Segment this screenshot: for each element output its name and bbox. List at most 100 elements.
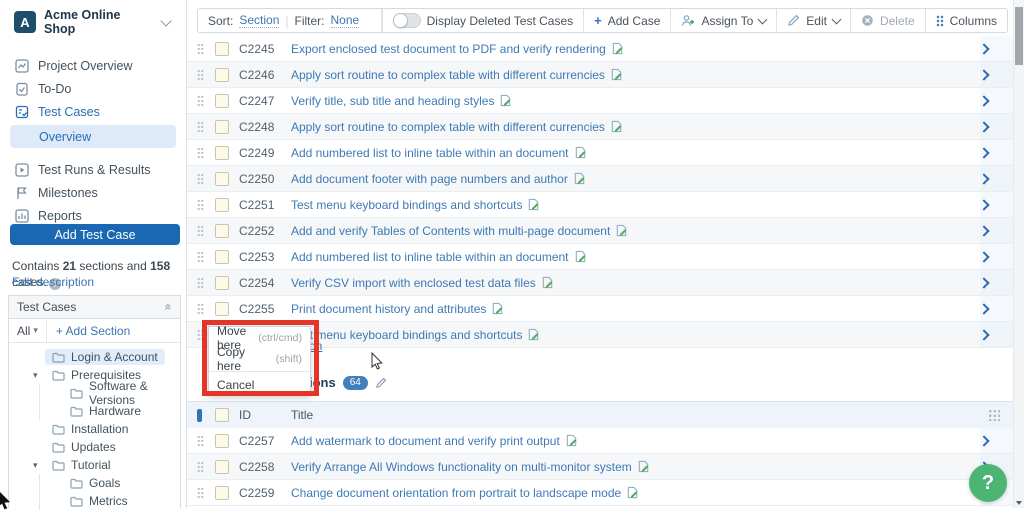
case-title-link[interactable]: Apply sort routine to complex table with… xyxy=(291,120,605,134)
tree-item[interactable]: ▾ Metrics xyxy=(9,492,180,510)
drag-handle-icon[interactable] xyxy=(197,43,204,55)
drag-handle-icon[interactable] xyxy=(197,461,204,473)
table-row[interactable]: C2247 Verify title, sub title and headin… xyxy=(187,88,1014,114)
add-test-case-button[interactable]: Add Test Case xyxy=(10,224,180,245)
drag-handle-icon[interactable] xyxy=(197,121,204,133)
table-row[interactable]: C2252 Add and verify Tables of Contents … xyxy=(187,218,1014,244)
row-checkbox[interactable] xyxy=(215,42,229,56)
edit-section-icon[interactable] xyxy=(375,377,387,389)
case-title-link[interactable]: Verify title, sub title and heading styl… xyxy=(291,94,494,108)
edit-doc-icon[interactable] xyxy=(527,198,540,211)
case-title-link[interactable]: Print document history and attributes xyxy=(291,302,486,316)
sidebar-item-todo[interactable]: To-Do xyxy=(0,77,186,100)
tree-item[interactable]: ▾ Updates xyxy=(9,438,180,456)
table-row[interactable]: C2249 Add numbered list to inline table … xyxy=(187,140,1014,166)
case-title-link[interactable]: Export enclosed test document to PDF and… xyxy=(291,42,606,56)
columns-button[interactable]: Columns xyxy=(925,9,1007,32)
case-title-link[interactable]: Test menu keyboard bindings and shortcut… xyxy=(291,328,522,342)
row-checkbox[interactable] xyxy=(215,68,229,82)
case-title-link[interactable]: Add document footer with page numbers an… xyxy=(291,172,568,186)
drag-handle-icon[interactable] xyxy=(197,435,204,447)
row-checkbox[interactable] xyxy=(215,250,229,264)
table-row[interactable]: C2255 Print document history and attribu… xyxy=(187,296,1014,322)
row-checkbox[interactable] xyxy=(215,460,229,474)
table-row[interactable]: C2251 Test menu keyboard bindings and sh… xyxy=(187,192,1014,218)
row-checkbox[interactable] xyxy=(215,486,229,500)
row-open-cell[interactable] xyxy=(980,88,1014,113)
tree-expand-arrow-icon[interactable]: ▾ xyxy=(33,370,45,381)
sort-value-link[interactable]: Section xyxy=(239,13,279,28)
scrollbar-thumb[interactable] xyxy=(1015,7,1023,65)
table-row[interactable]: C2246 Apply sort routine to complex tabl… xyxy=(187,62,1014,88)
row-open-cell[interactable] xyxy=(980,244,1014,269)
drag-handle-icon[interactable] xyxy=(197,173,204,185)
case-title-link[interactable]: Verify CSV import with enclosed test dat… xyxy=(291,276,536,290)
row-open-cell[interactable] xyxy=(980,218,1014,243)
edit-doc-icon[interactable] xyxy=(610,120,623,133)
tree-expand-arrow-icon[interactable]: ▾ xyxy=(33,460,45,471)
drag-handle-icon[interactable] xyxy=(197,95,204,107)
row-checkbox[interactable] xyxy=(215,302,229,316)
section-drag-handle[interactable] xyxy=(197,409,202,422)
drag-handle-icon[interactable] xyxy=(197,251,204,263)
row-checkbox[interactable] xyxy=(215,172,229,186)
add-section-link[interactable]: + Add Section xyxy=(47,324,139,338)
row-open-cell[interactable] xyxy=(980,140,1014,165)
partially-hidden-link[interactable]: on xyxy=(309,339,322,353)
help-button[interactable]: ? xyxy=(969,464,1007,502)
row-checkbox[interactable] xyxy=(215,276,229,290)
menu-item-cancel[interactable]: Cancel xyxy=(209,374,310,395)
case-title-link[interactable]: Add numbered list to inline table within… xyxy=(291,250,569,264)
vertical-scrollbar[interactable] xyxy=(1013,0,1024,508)
case-title-link[interactable]: Apply sort routine to complex table with… xyxy=(291,68,605,82)
row-checkbox[interactable] xyxy=(215,434,229,448)
filter-value-link[interactable]: None xyxy=(331,13,360,28)
edit-doc-icon[interactable] xyxy=(626,486,639,499)
edit-doc-icon[interactable] xyxy=(611,42,624,55)
drag-handle-icon[interactable] xyxy=(197,277,204,289)
row-open-cell[interactable] xyxy=(980,296,1014,321)
tree-item[interactable]: ▾ Installation xyxy=(9,420,180,438)
drag-handle-icon[interactable] xyxy=(197,225,204,237)
row-open-cell[interactable] xyxy=(980,166,1014,191)
row-checkbox[interactable] xyxy=(215,94,229,108)
sidebar-item-milestones[interactable]: Milestones xyxy=(0,181,186,204)
edit-doc-icon[interactable] xyxy=(491,302,504,315)
sidebar-item-project-overview[interactable]: Project Overview xyxy=(0,54,186,77)
drag-handle-icon[interactable] xyxy=(197,487,204,499)
drag-handle-icon[interactable] xyxy=(197,303,204,315)
row-open-cell[interactable] xyxy=(980,192,1014,217)
table-row[interactable]: C2258 Verify Arrange All Windows functio… xyxy=(187,454,1014,480)
scrollbar-down-arrow[interactable] xyxy=(1016,501,1022,505)
case-title-link[interactable]: Add and verify Tables of Contents with m… xyxy=(291,224,610,238)
grid-options-icon[interactable] xyxy=(988,409,1000,421)
project-switcher[interactable]: A Acme Online Shop xyxy=(0,0,186,44)
table-row[interactable]: C2248 Apply sort routine to complex tabl… xyxy=(187,114,1014,140)
edit-doc-icon[interactable] xyxy=(574,250,587,263)
table-row[interactable]: C2253 Add numbered list to inline table … xyxy=(187,244,1014,270)
row-checkbox[interactable] xyxy=(215,198,229,212)
assign-to-button[interactable]: Assign To xyxy=(670,9,776,32)
row-open-cell[interactable] xyxy=(980,322,1014,347)
row-open-cell[interactable] xyxy=(980,36,1014,61)
edit-doc-icon[interactable] xyxy=(527,328,540,341)
row-checkbox[interactable] xyxy=(215,146,229,160)
case-title-link[interactable]: Add watermark to document and verify pri… xyxy=(291,434,560,448)
sidebar-item-test-cases[interactable]: Test Cases xyxy=(0,100,186,123)
row-open-cell[interactable] xyxy=(980,62,1014,87)
row-checkbox[interactable] xyxy=(215,120,229,134)
table-row[interactable]: C2250 Add document footer with page numb… xyxy=(187,166,1014,192)
row-open-cell[interactable] xyxy=(980,270,1014,295)
drag-handle-icon[interactable] xyxy=(197,199,204,211)
tree-item[interactable]: ▾ Login & Account xyxy=(9,348,180,366)
table-row[interactable]: C2254 Verify CSV import with enclosed te… xyxy=(187,270,1014,296)
table-row[interactable]: C2245 Export enclosed test document to P… xyxy=(187,36,1014,62)
case-title-link[interactable]: Test menu keyboard bindings and shortcut… xyxy=(291,198,522,212)
tree-item[interactable]: ▾ Tutorial xyxy=(9,456,180,474)
menu-item-copy-here[interactable]: Copy here (shift) xyxy=(209,348,310,369)
table-row[interactable]: C2259 Change document orientation from p… xyxy=(187,480,1014,506)
edit-button[interactable]: Edit xyxy=(776,9,850,32)
tree-item[interactable]: ▾ Hardware xyxy=(9,402,180,420)
edit-doc-icon[interactable] xyxy=(610,68,623,81)
select-all-checkbox[interactable] xyxy=(215,408,229,422)
